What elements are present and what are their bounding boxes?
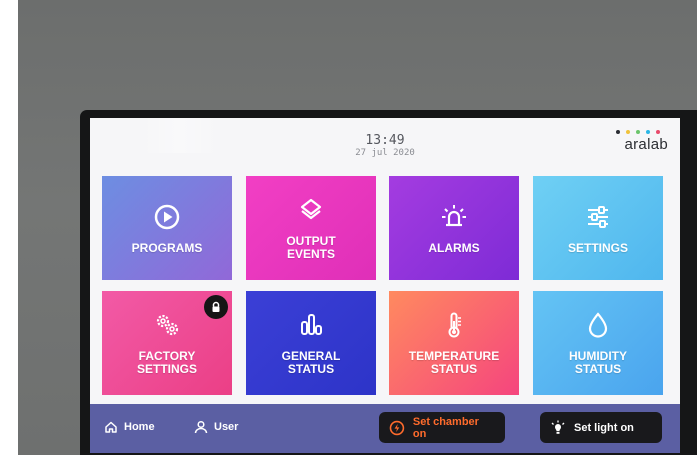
brand-logo: aralab xyxy=(608,130,668,153)
brand-dot xyxy=(636,130,640,134)
programs-label: PROGRAMS xyxy=(131,240,203,255)
user-button[interactable]: User xyxy=(194,420,238,434)
lightbulb-icon xyxy=(551,420,565,434)
home-button[interactable]: Home xyxy=(104,420,155,434)
bottom-bar: Home User Set chamber on Set light on xyxy=(90,404,680,453)
brand-dot xyxy=(656,130,660,134)
layers-icon xyxy=(300,198,322,220)
settings-tile[interactable]: SETTINGS xyxy=(533,176,663,280)
brand-dot xyxy=(646,130,650,134)
output-events-tile[interactable]: OUTPUT EVENTS xyxy=(246,176,376,280)
brand-dot xyxy=(626,130,630,134)
factory-settings-tile[interactable]: FACTORY SETTINGS xyxy=(102,291,232,395)
home-label: Home xyxy=(124,421,155,433)
thermometer-icon xyxy=(448,312,461,338)
settings-label: SETTINGS xyxy=(567,240,628,255)
sliders-icon xyxy=(588,205,608,228)
droplet-icon xyxy=(588,312,608,338)
brand-name: aralab xyxy=(624,136,668,153)
touch-screen: 13:49 27 jul 2020 aralab PROGRAMS OUTPUT… xyxy=(90,118,680,453)
temperature-status-tile[interactable]: TEMPERATURE STATUS xyxy=(389,291,519,395)
play-circle-icon xyxy=(154,204,180,229)
user-icon xyxy=(194,420,208,434)
set-light-on-label: Set light on xyxy=(574,421,634,434)
alarms-label: ALARMS xyxy=(428,240,480,255)
factory-settings-label: FACTORY SETTINGS xyxy=(136,349,197,376)
humidity-status-tile[interactable]: HUMIDITY STATUS xyxy=(533,291,663,395)
brand-dot xyxy=(616,130,620,134)
set-light-on-button[interactable]: Set light on xyxy=(540,412,662,443)
gears-icon xyxy=(156,314,179,336)
temperature-status-label: TEMPERATURE STATUS xyxy=(408,349,500,376)
programs-tile[interactable]: PROGRAMS xyxy=(102,176,232,280)
user-label: User xyxy=(214,421,239,433)
clock: 13:49 27 jul 2020 xyxy=(90,134,680,159)
power-icon xyxy=(389,420,405,435)
alarms-tile[interactable]: ALARMS xyxy=(389,176,519,280)
humidity-status-label: HUMIDITY STATUS xyxy=(569,349,627,376)
bar-chart-icon xyxy=(301,314,322,335)
output-events-label: OUTPUT EVENTS xyxy=(286,234,336,261)
lock-icon xyxy=(204,295,228,319)
general-status-label: GENERAL STATUS xyxy=(281,349,341,376)
home-icon xyxy=(105,421,117,433)
general-status-tile[interactable]: GENERAL STATUS xyxy=(246,291,376,395)
brand-dots xyxy=(608,130,660,134)
siren-icon xyxy=(442,204,466,226)
clock-date: 27 jul 2020 xyxy=(355,148,415,158)
clock-time: 13:49 xyxy=(365,133,405,148)
set-chamber-on-label: Set chamber on xyxy=(412,415,479,440)
set-chamber-on-button[interactable]: Set chamber on xyxy=(379,412,505,443)
